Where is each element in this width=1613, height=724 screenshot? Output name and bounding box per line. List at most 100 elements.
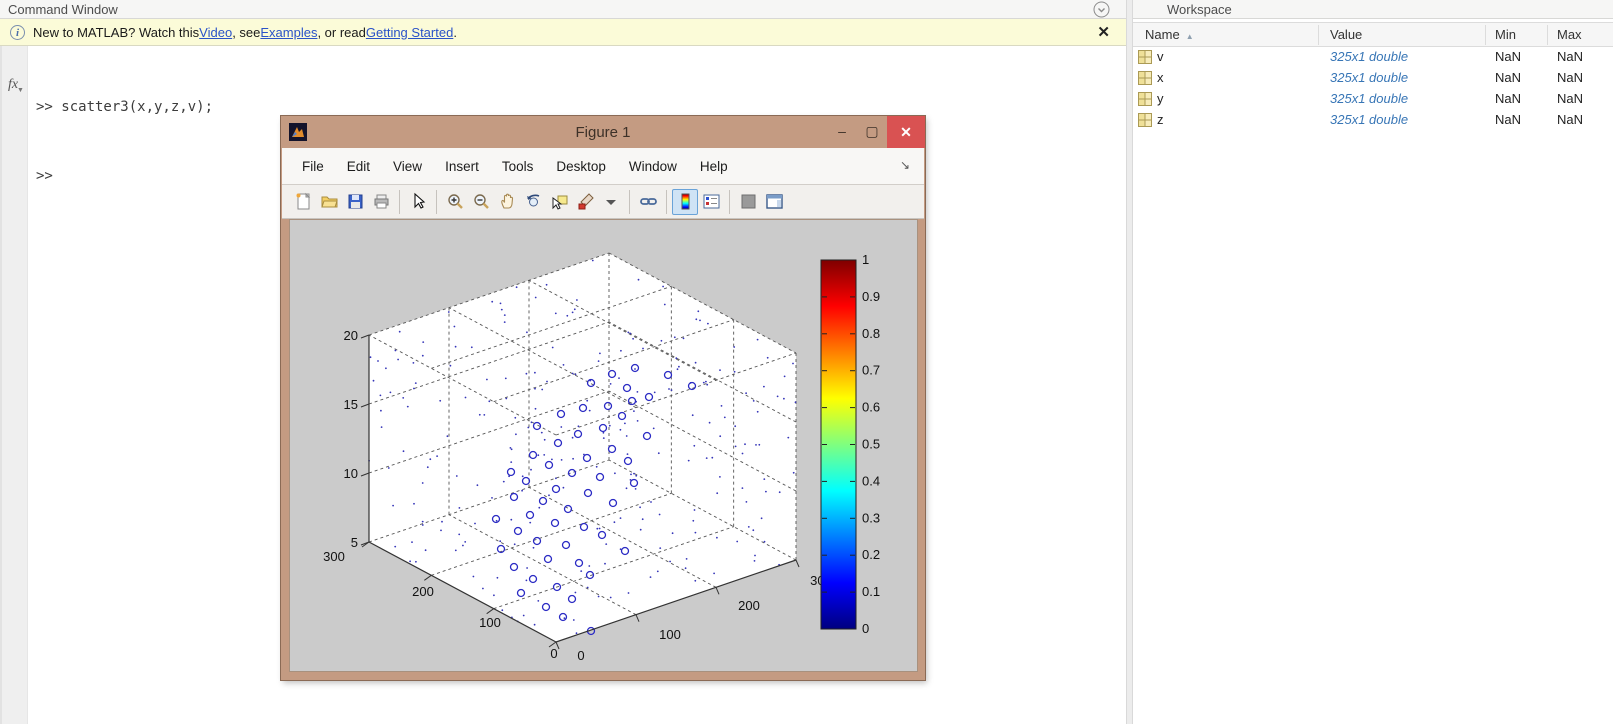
svg-text:0: 0: [550, 646, 557, 661]
close-button[interactable]: ✕: [887, 116, 925, 148]
variable-name: y: [1157, 91, 1164, 106]
banner-text: .: [453, 25, 457, 40]
save-figure-icon: [346, 192, 365, 211]
variable-value: 325x1 double: [1330, 49, 1408, 64]
variable-value: 325x1 double: [1330, 70, 1408, 85]
video-link[interactable]: Video: [199, 25, 232, 40]
toolbar-separator: [436, 190, 437, 214]
insert-colorbar-icon: [676, 192, 695, 211]
column-separator: [1318, 25, 1319, 45]
open-file-button[interactable]: [316, 189, 342, 215]
svg-text:200: 200: [738, 598, 760, 613]
maximize-button[interactable]: ▢: [857, 116, 887, 146]
column-separator: [1485, 25, 1486, 45]
variable-value: 325x1 double: [1330, 91, 1408, 106]
menu-view[interactable]: View: [393, 159, 422, 174]
executed-command: >> scatter3(x,y,z,v);: [36, 96, 213, 119]
brush-data-button[interactable]: [572, 189, 598, 215]
svg-text:200: 200: [412, 584, 434, 599]
workspace-variable-list: v 325x1 double NaN NaN x 325x1 double NaN NaN y 3…: [1133, 47, 1613, 131]
save-figure-button[interactable]: [342, 189, 368, 215]
sort-ascending-icon: ▲: [1186, 32, 1194, 41]
matrix-variable-icon: [1138, 71, 1152, 85]
minimize-button[interactable]: –: [827, 116, 857, 146]
data-cursor-button[interactable]: [546, 189, 572, 215]
menu-help[interactable]: Help: [700, 159, 728, 174]
figure-toolbar: [282, 185, 924, 219]
workspace-pane: Workspace Name▲ Value Min Max v 325x1 dou…: [1133, 0, 1613, 724]
examples-link[interactable]: Examples: [260, 25, 317, 40]
variable-min: NaN: [1495, 91, 1521, 106]
menu-window[interactable]: Window: [629, 159, 677, 174]
pane-divider[interactable]: [1126, 0, 1133, 724]
variable-name: v: [1157, 49, 1164, 64]
zoom-out-icon: [472, 192, 491, 211]
variable-row-y[interactable]: y 325x1 double NaN NaN: [1133, 89, 1613, 110]
data-cursor-icon: [550, 192, 569, 211]
zoom-in-button[interactable]: [442, 189, 468, 215]
link-plot-button[interactable]: [635, 189, 661, 215]
matrix-variable-icon: [1138, 92, 1152, 106]
menubar-overflow-icon[interactable]: ↘: [900, 158, 910, 172]
insert-legend-button[interactable]: [698, 189, 724, 215]
banner-text: , or read: [317, 25, 365, 40]
toolbar-separator: [666, 190, 667, 214]
workspace-header: Workspace: [1133, 0, 1613, 19]
colorbar-tick-label: 0.5: [862, 437, 880, 452]
column-max[interactable]: Max: [1557, 27, 1582, 42]
new-figure-icon: [294, 192, 313, 211]
toolbar-separator: [399, 190, 400, 214]
zoom-out-button[interactable]: [468, 189, 494, 215]
show-plot-tools-dock-button[interactable]: [761, 189, 787, 215]
menu-insert[interactable]: Insert: [445, 159, 479, 174]
menu-edit[interactable]: Edit: [347, 159, 370, 174]
info-icon: i: [10, 25, 25, 40]
command-history: >> scatter3(x,y,z,v); >>: [36, 50, 213, 234]
pan-hand-button[interactable]: [494, 189, 520, 215]
column-name[interactable]: Name▲: [1145, 27, 1194, 42]
fx-function-hint[interactable]: fx▼: [8, 77, 18, 93]
print-figure-button[interactable]: [368, 189, 394, 215]
edit-plot-pointer-icon: [409, 192, 428, 211]
new-figure-button[interactable]: [290, 189, 316, 215]
brush-dropdown-icon: [602, 192, 621, 211]
colorbar-tick-label: 0.7: [862, 363, 880, 378]
pan-hand-icon: [498, 192, 517, 211]
column-separator: [1547, 25, 1548, 45]
scatter3-axes[interactable]: 20151053002001000010020030000.10.20.30.4…: [290, 220, 917, 671]
column-min[interactable]: Min: [1495, 27, 1516, 42]
open-file-icon: [320, 192, 339, 211]
figure-titlebar[interactable]: Figure 1 – ▢ ✕: [281, 116, 925, 148]
variable-row-x[interactable]: x325x1 doubleNaNNaN: [1133, 68, 1613, 89]
insert-colorbar-button[interactable]: [672, 189, 698, 215]
svg-text:100: 100: [659, 627, 681, 642]
figure-canvas: 20151053002001000010020030000.10.20.30.4…: [289, 219, 918, 672]
variable-name: x: [1157, 70, 1164, 85]
rotate-3d-button[interactable]: [520, 189, 546, 215]
colorbar-tick-label: 0.8: [862, 326, 880, 341]
edit-plot-pointer-button[interactable]: [405, 189, 431, 215]
command-prompt[interactable]: >>: [36, 165, 213, 188]
variable-row-v[interactable]: v325x1 doubleNaNNaN: [1133, 47, 1613, 68]
variable-row-z[interactable]: z325x1 doubleNaNNaN: [1133, 110, 1613, 131]
menu-tools[interactable]: Tools: [502, 159, 534, 174]
variable-max: NaN: [1557, 91, 1583, 106]
matrix-variable-icon: [1138, 113, 1152, 127]
menu-file[interactable]: File: [302, 159, 324, 174]
brush-data-icon: [576, 192, 595, 211]
svg-text:300: 300: [323, 549, 345, 564]
menu-desktop[interactable]: Desktop: [556, 159, 606, 174]
variable-max: NaN: [1557, 70, 1583, 85]
column-value[interactable]: Value: [1330, 27, 1362, 42]
banner-close-icon[interactable]: ✕: [1097, 23, 1110, 41]
variable-max: NaN: [1557, 49, 1583, 64]
colorbar-tick-label: 0.9: [862, 289, 880, 304]
link-plot-icon: [639, 192, 658, 211]
hide-plot-tools-button[interactable]: [735, 189, 761, 215]
pane-menu-icon[interactable]: [1093, 1, 1110, 18]
getting-started-link[interactable]: Getting Started: [366, 25, 453, 40]
brush-dropdown-button[interactable]: [598, 189, 624, 215]
toolbar-separator: [629, 190, 630, 214]
new-to-matlab-banner: i New to MATLAB? Watch this Video , see …: [0, 19, 1126, 46]
banner-text: , see: [232, 25, 260, 40]
